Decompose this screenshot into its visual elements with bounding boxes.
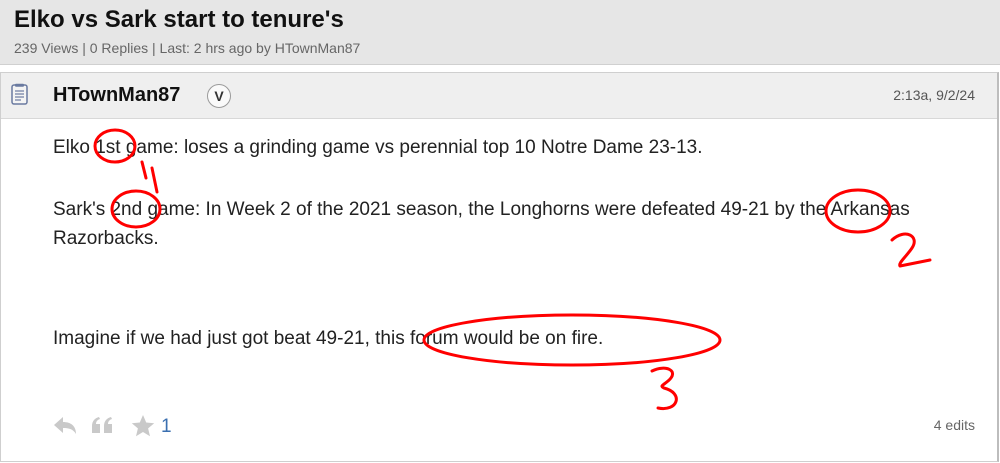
document-icon (11, 83, 28, 105)
verified-badge: V (207, 84, 231, 108)
post-paragraph: Sark's 2nd game: In Week 2 of the 2021 s… (53, 199, 910, 249)
reply-arrow-icon[interactable] (51, 413, 79, 439)
post-paragraph: Elko 1st game: loses a grinding game vs … (53, 137, 703, 158)
edit-count[interactable]: 4 edits (934, 417, 975, 433)
post-paragraph: Imagine if we had just got beat 49-21, t… (53, 328, 604, 349)
post-header: HTownMan87 V 2:13a, 9/2/24 (1, 73, 997, 119)
quote-icon[interactable] (89, 413, 117, 439)
post-timestamp[interactable]: 2:13a, 9/2/24 (893, 87, 975, 103)
like-count[interactable]: 1 (161, 416, 172, 438)
post: HTownMan87 V 2:13a, 9/2/24 Elko 1st game… (0, 72, 999, 462)
username-link[interactable]: HTownMan87 (53, 84, 180, 107)
thread-title: Elko vs Sark start to tenure's (14, 6, 344, 33)
thread-meta: 239 Views | 0 Replies | Last: 2 hrs ago … (14, 40, 361, 56)
thread-header: Elko vs Sark start to tenure's 239 Views… (0, 0, 1000, 65)
star-icon[interactable] (129, 413, 157, 439)
